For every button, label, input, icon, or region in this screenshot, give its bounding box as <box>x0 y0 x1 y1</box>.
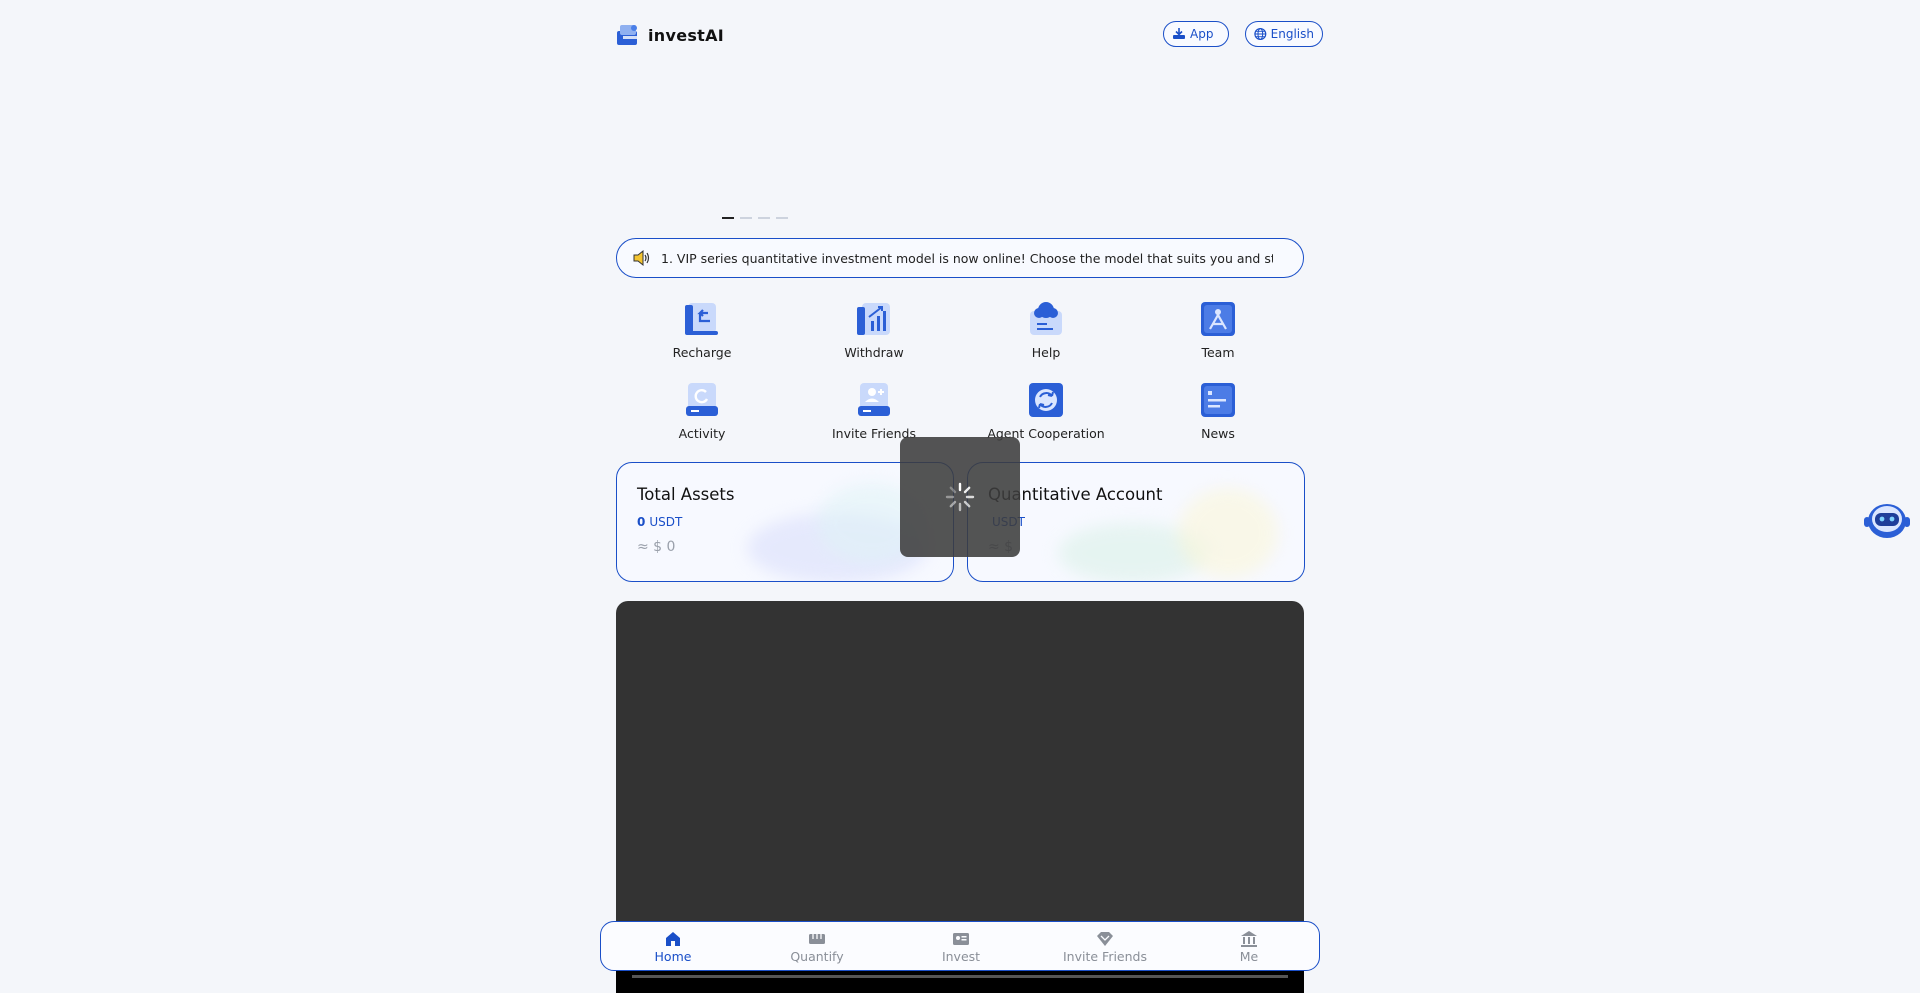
total-assets-title: Total Assets <box>637 485 735 504</box>
invest-icon <box>953 933 969 945</box>
quick-action-agent-cooperation[interactable]: Agent Cooperation <box>960 377 1132 441</box>
diamond-icon <box>1097 932 1113 946</box>
quick-action-news[interactable]: News <box>1132 377 1304 441</box>
news-icon <box>1201 383 1235 417</box>
video-controls-area <box>616 968 1304 993</box>
notice-bar[interactable]: 1.⁠ VIP series quantitative investment m… <box>616 238 1304 278</box>
total-assets-value: 0 <box>637 515 646 529</box>
bank-icon <box>1241 931 1257 947</box>
globe-icon <box>1254 27 1267 41</box>
total-assets-unit: USDT <box>649 515 683 529</box>
language-button[interactable]: English <box>1245 21 1323 47</box>
quick-action-recharge[interactable]: Recharge <box>616 296 788 360</box>
tab-label: Invite Friends <box>1063 949 1147 964</box>
home-icon <box>666 932 680 946</box>
quick-action-help[interactable]: Help <box>960 296 1132 360</box>
carousel-indicators <box>722 217 788 219</box>
quick-action-label: Recharge <box>672 345 732 360</box>
quick-action-label: News <box>1201 426 1235 441</box>
logo-icon <box>617 25 637 45</box>
carousel-dot[interactable] <box>722 217 734 219</box>
tab-me[interactable]: Me <box>1177 930 1321 964</box>
support-robot-icon[interactable] <box>1862 497 1912 543</box>
video-progress-bar[interactable] <box>632 975 1288 978</box>
quick-action-label: Withdraw <box>844 345 904 360</box>
brand-logo[interactable]: investAI <box>614 18 724 52</box>
total-assets-approx: ≈ $ 0 <box>637 539 676 555</box>
recharge-icon <box>685 303 718 335</box>
language-label: English <box>1270 27 1314 41</box>
quick-action-withdraw[interactable]: Withdraw <box>788 296 960 360</box>
tab-quantify[interactable]: Quantify <box>745 930 889 964</box>
bottom-tab-bar: Home Quantify Invest Invite Friends Me <box>600 921 1320 971</box>
notice-text: 1.⁠ VIP series quantitative investment m… <box>661 250 1273 266</box>
card-decoration <box>1178 488 1278 578</box>
app-download-label: App <box>1190 27 1214 41</box>
header: investAI App English <box>614 18 1323 52</box>
tab-home[interactable]: Home <box>601 930 745 964</box>
quick-action-team[interactable]: Team <box>1132 296 1304 360</box>
team-icon <box>1201 302 1235 336</box>
tab-invite-friends[interactable]: Invite Friends <box>1033 930 1177 964</box>
carousel-dot[interactable] <box>776 217 788 219</box>
agent-cooperation-icon <box>1029 383 1063 417</box>
tab-label: Home <box>654 949 692 964</box>
quick-action-invite-friends[interactable]: Invite Friends <box>788 377 960 441</box>
brand-name: investAI <box>648 25 725 45</box>
activity-icon <box>686 383 718 416</box>
tab-label: Invest <box>941 949 981 964</box>
quantify-icon <box>809 934 825 944</box>
quick-action-label: Help <box>1031 345 1061 360</box>
download-icon <box>1173 28 1185 39</box>
carousel-dot[interactable] <box>758 217 770 219</box>
quick-action-activity[interactable]: Activity <box>616 377 788 441</box>
invite-friends-icon <box>858 383 890 416</box>
tab-label: Me <box>1239 949 1259 964</box>
tab-label: Quantify <box>790 949 844 964</box>
total-assets-amount: 0 USDT <box>637 515 682 529</box>
withdraw-icon <box>857 303 890 335</box>
banner-carousel[interactable] <box>616 60 1304 230</box>
loading-overlay <box>900 437 1020 557</box>
spinner-icon <box>945 482 975 512</box>
quick-action-label: Activity <box>678 426 726 441</box>
speaker-icon <box>633 249 650 267</box>
carousel-dot[interactable] <box>740 217 752 219</box>
quick-action-label: Team <box>1201 345 1235 360</box>
help-icon <box>1030 302 1062 335</box>
tab-invest[interactable]: Invest <box>889 930 1033 964</box>
app-download-button[interactable]: App <box>1163 21 1229 47</box>
